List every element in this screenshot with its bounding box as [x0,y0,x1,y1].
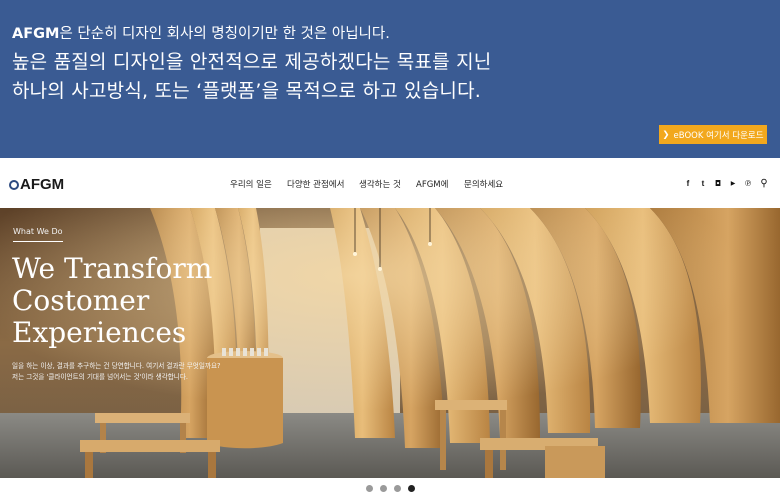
logo-text: AFGM [20,176,65,193]
twitter-icon[interactable]: t [697,177,709,189]
nav-item-about-afgm[interactable]: AFGM에 [416,178,448,190]
chevron-right-icon: ❯ [662,129,670,140]
hero-title-line2: Costomer [12,284,150,317]
promo-banner: AFGM은 단순히 디자인 회사의 명칭이기만 한 것은 아닙니다. 높은 품질… [0,0,780,158]
banner-brand: AFGM [12,26,60,42]
ebook-download-button[interactable]: ❯ eBOOK 여기서 다운로드 [659,125,767,144]
nav-item-contact[interactable]: 문의하세요 [464,178,503,190]
ebook-download-label: eBOOK 여기서 다운로드 [673,130,764,141]
slider-dot-2[interactable] [380,485,387,492]
slider-dot-1[interactable] [366,485,373,492]
hero-description-line1: 일을 하는 이상, 결과를 추구하는 건 당연합니다. 여기서 결과란 무엇일까… [12,362,221,370]
youtube-icon[interactable]: ▶ [727,177,739,189]
pinterest-icon[interactable]: ℗ [742,177,754,189]
slider-dot-4[interactable] [408,485,415,492]
nav-item-thinking[interactable]: 생각하는 것 [359,178,401,190]
nav-item-perspectives[interactable]: 다양한 관점에서 [287,178,344,190]
slider-pagination [0,485,780,495]
banner-subtext-line2: 하나의 사고방식, 또는 ‘플랫폼’을 목적으로 하고 있습니다. [12,80,482,102]
hero-title-line3: Experiences [12,316,187,349]
search-icon[interactable]: ⚲ [758,177,770,189]
instagram-icon[interactable]: ◘ [712,177,724,189]
hero-description-line2: 저는 그것을 '클라이언트의 기대를 넘어서는 것'이라 생각합니다. [12,373,189,381]
banner-subtext-line1: 높은 품질의 디자인을 안전적으로 제공하겠다는 목표를 지닌 [12,51,492,73]
hero-title-line1: We Transform [12,252,213,285]
slider-dot-3[interactable] [394,485,401,492]
banner-headline-text: 은 단순히 디자인 회사의 명칭이기만 한 것은 아닙니다. [59,26,390,42]
logo-ring-icon [9,179,19,190]
hero-tag: What We Do [13,227,63,242]
nav-item-our-work[interactable]: 우리의 일은 [230,178,272,190]
facebook-icon[interactable]: f [682,177,694,189]
site-logo[interactable]: AFGM [9,176,64,193]
banner-headline: AFGM은 단순히 디자인 회사의 명칭이기만 한 것은 아닙니다. [12,22,390,43]
